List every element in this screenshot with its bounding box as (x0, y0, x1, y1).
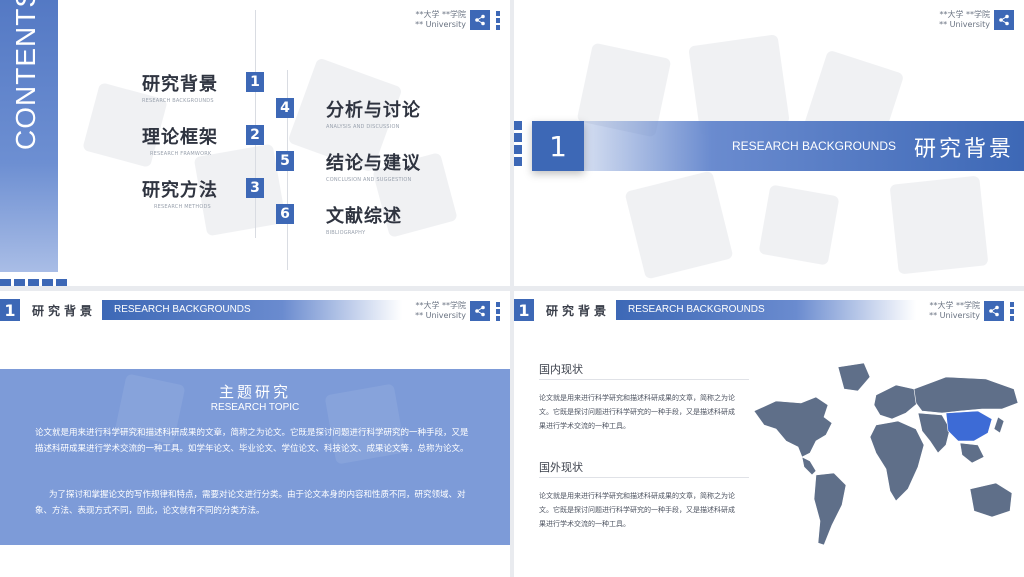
brand-line1: **大学 **学院 (939, 10, 990, 19)
slide-contents[interactable]: CONTENTS 研究背景 RESEARCH BACKGROUNDS 1 理论框架… (0, 0, 510, 286)
china-shape (945, 410, 993, 442)
japan-shape (993, 416, 1005, 434)
domestic-text: 论文就是用来进行科学研究和描述科研成果的文章，简称之为论文。它既是探讨问题进行科… (539, 394, 735, 430)
toc-item-subtitle: ANALYSIS AND DISCUSSION (326, 124, 400, 130)
toc-item-4[interactable]: 分析与讨论 ANALYSIS AND DISCUSSION (326, 96, 421, 130)
brand-line2: ** University (415, 311, 466, 320)
toc-item-subtitle: CONCLUSION AND SUGGESTION (326, 177, 412, 183)
share-icon[interactable] (994, 10, 1014, 30)
toc-item-title: 分析与讨论 (326, 100, 421, 121)
toc-item-6[interactable]: 文献综述 BIBLIOGRAPHY (326, 202, 402, 236)
section-title-cn: 研究背景 (913, 137, 1014, 162)
toc-item-title: 理论框架 (142, 127, 218, 148)
divider-line (255, 10, 256, 238)
topic-title: 主题研究 (218, 383, 291, 401)
brand-line1: **大学 **学院 (929, 301, 980, 310)
toc-item-title: 研究背景 (142, 74, 218, 95)
header-title-en: RESEARCH BACKGROUNDS (114, 304, 251, 315)
slide-section-title[interactable]: 1 RESEARCH BACKGROUNDS 研究背景 **大学 **学院 ** … (514, 0, 1024, 286)
africa-shape (869, 420, 925, 502)
toc-item-subtitle: RESEARCH BACKGROUNDS (142, 98, 214, 104)
topic-paragraph-2: 为了探讨和掌握论文的写作规律和特点，需要对论文进行分类。由于论文本身的内容和性质… (35, 490, 466, 516)
brand-line1: **大学 **学院 (415, 10, 466, 19)
toc-item-1[interactable]: 研究背景 RESEARCH BACKGROUNDS (142, 70, 218, 104)
world-map (753, 362, 1019, 546)
brand-line1: **大学 **学院 (415, 301, 466, 310)
australia-shape (969, 482, 1013, 518)
toc-item-5[interactable]: 结论与建议 CONCLUSION AND SUGGESTION (326, 149, 421, 183)
toc-item-2[interactable]: 理论框架 RESEARCH FRAMWORK (142, 123, 218, 157)
slide-status-map[interactable]: 1 研究背景 RESEARCH BACKGROUNDS **大学 **学院 ** … (514, 291, 1024, 577)
brand-block: **大学 **学院 ** University (929, 301, 1014, 321)
contents-title: CONTENTS (10, 0, 41, 150)
toc-item-title: 文献综述 (326, 206, 402, 227)
north-america-shape (753, 396, 833, 458)
brand-line2: ** University (415, 20, 466, 29)
header-title-cn: 研究背景 (32, 304, 97, 318)
header-title-en: RESEARCH BACKGROUNDS (628, 304, 765, 315)
domestic-title: 国内现状 (539, 363, 583, 376)
section-divider (539, 379, 749, 380)
edge-bars (1010, 301, 1014, 321)
toc-number-3: 3 (246, 178, 264, 198)
toc-number-6: 6 (276, 204, 294, 224)
topic-paragraph-1: 论文就是用来进行科学研究和描述科研成果的文章，简称之为论文。它既是探讨问题进行科… (35, 428, 469, 454)
slide-research-topic[interactable]: 1 研究背景 RESEARCH BACKGROUNDS **大学 **学院 ** … (0, 291, 510, 577)
share-icon[interactable] (470, 301, 490, 321)
brand-line2: ** University (939, 20, 990, 29)
asia-shape (913, 376, 1019, 414)
europe-shape (873, 384, 919, 420)
greenland-shape (837, 362, 871, 392)
left-strips (514, 121, 522, 166)
contents-sidebar: CONTENTS (0, 0, 58, 272)
brand-block: **大学 **学院 ** University (415, 301, 500, 321)
header-number: 1 (0, 299, 20, 321)
header-number: 1 (514, 299, 534, 321)
toc-item-title: 结论与建议 (326, 153, 421, 174)
decor-square (889, 175, 989, 275)
edge-bars (496, 10, 500, 30)
edge-bars (496, 301, 500, 321)
toc-item-title: 研究方法 (142, 180, 218, 201)
toc-number-1: 1 (246, 72, 264, 92)
central-america-shape (801, 456, 817, 476)
toc-number-4: 4 (276, 98, 294, 118)
share-icon[interactable] (984, 301, 1004, 321)
south-america-shape (813, 472, 847, 546)
toc-item-subtitle: RESEARCH METHODS (154, 204, 211, 210)
toc-item-3[interactable]: 研究方法 RESEARCH METHODS (142, 176, 218, 210)
header-title-cn: 研究背景 (546, 304, 611, 318)
foreign-text: 论文就是用来进行科学研究和描述科研成果的文章，简称之为论文。它既是探讨问题进行科… (539, 492, 735, 528)
bottom-blocks (0, 279, 67, 286)
share-icon[interactable] (470, 10, 490, 30)
topic-subtitle: RESEARCH TOPIC (210, 402, 300, 413)
section-title-en: RESEARCH BACKGROUNDS (731, 139, 896, 153)
brand-block: **大学 **学院 ** University (415, 10, 500, 30)
foreign-title: 国外现状 (539, 461, 583, 474)
brand-block: **大学 **学院 ** University (939, 10, 1014, 30)
section-number: 1 (532, 121, 584, 171)
toc-number-5: 5 (276, 151, 294, 171)
toc-number-2: 2 (246, 125, 264, 145)
decor-square (624, 170, 734, 280)
toc-item-subtitle: BIBLIOGRAPHY (326, 230, 366, 236)
toc-item-subtitle: RESEARCH FRAMWORK (150, 151, 212, 157)
section-divider (539, 477, 749, 478)
decor-square (758, 184, 840, 266)
southeast-asia-shape (959, 442, 985, 464)
brand-line2: ** University (929, 311, 980, 320)
